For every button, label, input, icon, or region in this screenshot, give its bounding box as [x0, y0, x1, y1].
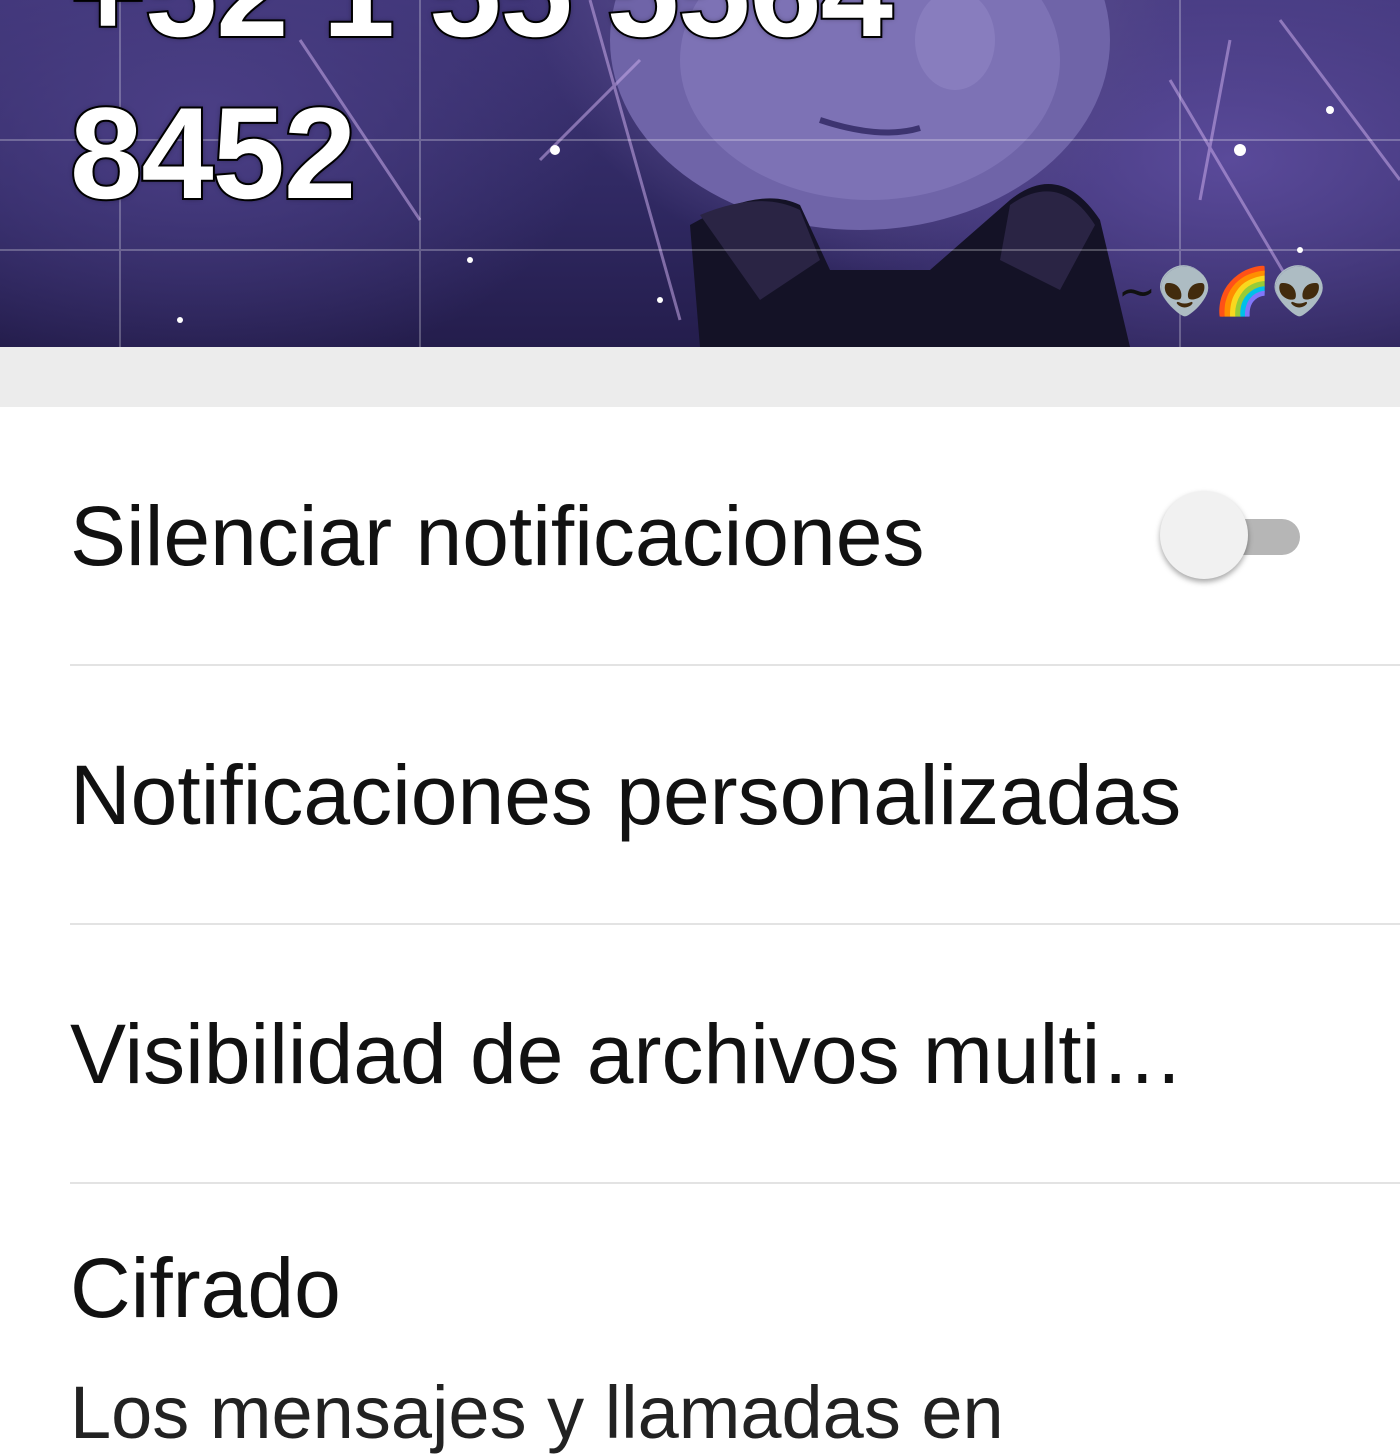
contact-phone-number-line-2: 8452 — [68, 80, 358, 226]
encryption-row[interactable]: Cifrado Los mensajes y llamadas en — [70, 1176, 1400, 1450]
toggle-thumb — [1160, 490, 1248, 579]
media-visibility-label: Visibilidad de archivos multi… — [70, 1006, 1185, 1101]
custom-notifications-label: Notificaciones personalizadas — [70, 747, 1182, 842]
settings-list: Silenciar notificaciones Notificaciones … — [0, 407, 1400, 1184]
contact-header: +52 1 55 5564 8452 ~👽🌈👽 — [0, 0, 1400, 347]
contact-status-text: ~👽🌈👽 — [1117, 264, 1328, 318]
custom-notifications-row[interactable]: Notificaciones personalizadas — [70, 666, 1400, 925]
mute-notifications-row[interactable]: Silenciar notificaciones — [70, 407, 1400, 666]
media-visibility-row[interactable]: Visibilidad de archivos multi… — [70, 925, 1400, 1184]
encryption-label: Cifrado — [70, 1241, 341, 1335]
mute-notifications-toggle[interactable] — [1160, 490, 1300, 581]
section-divider — [0, 347, 1400, 407]
mute-notifications-label: Silenciar notificaciones — [70, 488, 925, 583]
contact-phone-number-line-1: +52 1 55 5564 — [68, 0, 895, 58]
encryption-description: Los mensajes y llamadas en — [70, 1371, 1004, 1454]
